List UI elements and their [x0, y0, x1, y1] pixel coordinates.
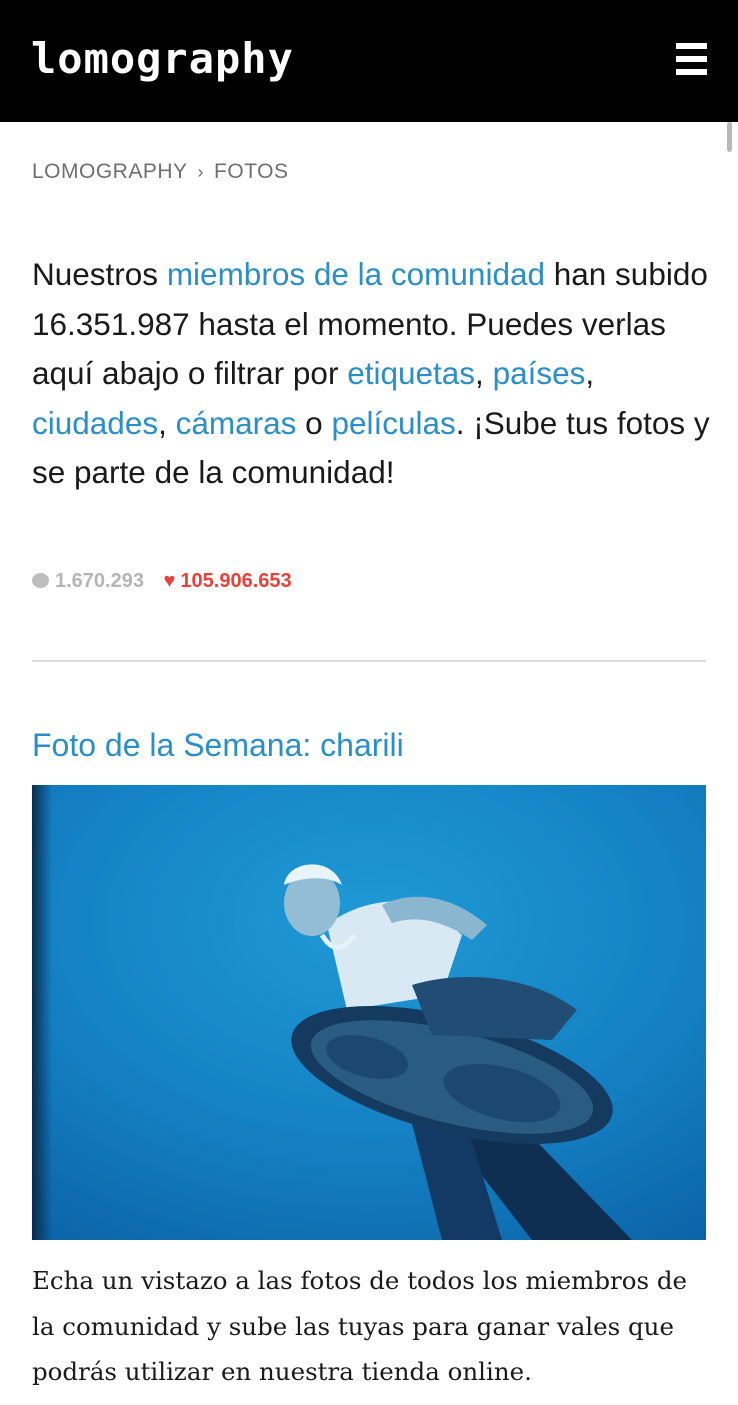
films-link[interactable]: películas — [331, 405, 455, 441]
intro-text: Nuestros miembros de la comunidad han su… — [32, 250, 712, 498]
cities-link[interactable]: ciudades — [32, 405, 158, 441]
intro-comma: , — [158, 404, 176, 441]
section-divider — [32, 660, 706, 662]
breadcrumb-item-lomography[interactable]: LOMOGRAPHY — [32, 160, 188, 183]
intro-comma: , — [475, 355, 493, 391]
comments-count-value: 1.670.293 — [55, 570, 144, 592]
lomography-logo[interactable]: lomography — [31, 36, 294, 82]
photo-of-the-week-title[interactable]: Foto de la Semana: charili — [32, 722, 404, 768]
intro-comma: , — [585, 355, 595, 391]
tags-link[interactable]: etiquetas — [347, 355, 475, 391]
featured-photo[interactable] — [32, 785, 706, 1240]
intro-text-part: Nuestros — [32, 256, 167, 292]
comment-bubble-icon — [32, 573, 49, 588]
cameras-link[interactable]: cámaras — [176, 405, 297, 441]
community-members-link[interactable]: miembros de la comunidad — [167, 256, 545, 292]
heart-icon: ♥ — [163, 570, 176, 592]
menu-line — [676, 56, 707, 62]
comments-count: 1.670.293 — [32, 570, 144, 592]
scrollbar-thumb[interactable] — [727, 122, 732, 152]
likes-count-value: 105.906.653 — [180, 570, 292, 592]
photo-stats: 1.670.293 ♥ 105.906.653 — [32, 566, 292, 596]
featured-caption: Echa un vistazo a las fotos de todos los… — [32, 1266, 688, 1386]
hamburger-menu-icon[interactable] — [672, 40, 712, 80]
breadcrumb: LOMOGRAPHY › FOTOS — [32, 158, 288, 186]
menu-line — [676, 69, 707, 75]
likes-count: ♥ 105.906.653 — [164, 570, 292, 592]
breadcrumb-separator: › — [197, 162, 205, 182]
intro-text-part: o — [296, 404, 332, 441]
top-bar: lomography — [0, 0, 738, 122]
menu-line — [676, 43, 707, 49]
breadcrumb-item-fotos[interactable]: FOTOS — [214, 160, 288, 183]
countries-link[interactable]: países — [493, 355, 586, 391]
